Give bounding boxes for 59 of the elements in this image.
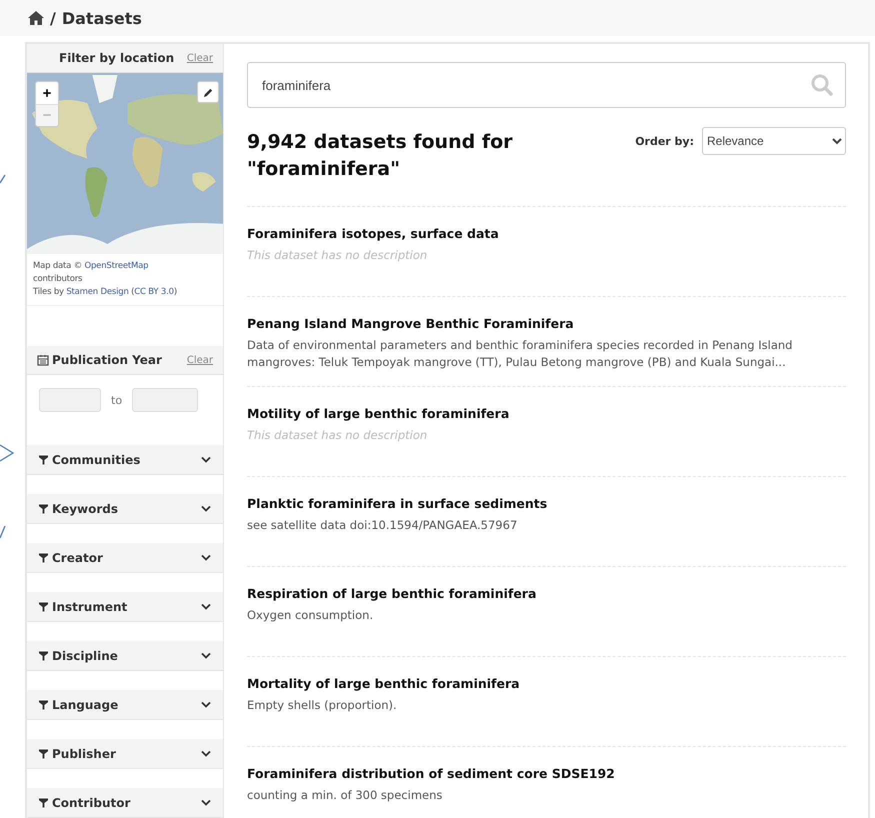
filter-icon <box>39 552 48 562</box>
order-select[interactable]: Relevance <box>702 127 846 155</box>
chevron-icon <box>201 505 211 512</box>
filter-icon <box>39 504 48 514</box>
dataset-description: Empty shells (proportion). <box>247 697 398 714</box>
facet-toggle[interactable]: Instrument <box>27 592 223 622</box>
filter-icon <box>39 650 48 660</box>
results-heading: 9,942 datasets found for "foraminifera" <box>247 130 514 182</box>
attribution-link[interactable]: OpenStreetMap <box>84 261 148 271</box>
attribution-link[interactable]: CC BY 3.0 <box>134 287 174 297</box>
dataset-description: Data of environmental parameters and benthic foraminifera species recorded in Penang Island mangroves: Teluk Tempoyak mangrove (TT), Pulau Betong mangrove (PB) and Kuala Sungai... <box>247 337 794 371</box>
breadcrumb-separator: / <box>50 8 56 28</box>
dataset-title-link[interactable]: Penang Island Mangrove Benthic Foraminifera <box>247 316 846 331</box>
map-attribution: Map data © OpenStreetMap contributors Tiles by Stamen Design (CC BY 3.0) <box>33 260 178 299</box>
pencil-icon <box>202 86 214 98</box>
dataset-title-link[interactable]: Respiration of large benthic foraminifera <box>247 586 846 601</box>
home-icon[interactable] <box>28 11 44 25</box>
dataset-title-link[interactable]: Mortality of large benthic foraminifera <box>247 676 846 691</box>
chevron-icon <box>201 799 211 806</box>
chevron-icon <box>201 603 211 610</box>
facet-toggle[interactable]: Contributor <box>27 788 223 818</box>
chevron-icon <box>201 652 211 659</box>
dataset-description: This dataset has no description <box>247 247 428 264</box>
filter-icon <box>39 748 48 758</box>
chevron-icon <box>201 701 211 708</box>
search-field[interactable]: foraminifera <box>247 62 846 108</box>
attribution-link[interactable]: Stamen Design <box>66 287 129 297</box>
chevron-icon <box>201 554 211 561</box>
order-label: Order by: <box>635 134 694 148</box>
chevron-icon <box>201 456 211 463</box>
filter-icon <box>39 454 48 464</box>
dataset-title-link[interactable]: Motility of large benthic foraminifera <box>247 406 846 421</box>
range-separator: to <box>111 394 122 406</box>
filter-icon <box>39 602 48 612</box>
calendar-icon <box>37 354 49 366</box>
facet-toggle[interactable]: Communities <box>27 445 223 475</box>
page-title: Datasets <box>62 8 142 28</box>
facet-toggle[interactable]: Keywords <box>27 494 223 524</box>
dataset-title-link[interactable]: Foraminifera distribution of sediment core SDSE192 <box>247 766 846 781</box>
dataset-description: Oxygen consumption. <box>247 607 374 624</box>
section-title: Filter by location <box>59 51 174 65</box>
dataset-description: This dataset has no description <box>247 427 428 444</box>
zoom-in-button[interactable]: + <box>36 82 58 104</box>
dataset-description: see satellite data doi:10.1594/PANGAEA.57967 <box>247 517 518 534</box>
chevron-icon <box>201 750 211 757</box>
filter-icon <box>39 798 48 808</box>
facet-toggle[interactable]: Language <box>27 690 223 720</box>
year-from-field[interactable] <box>39 388 101 412</box>
facet-toggle[interactable]: Creator <box>27 543 223 573</box>
draw-button[interactable] <box>197 81 219 103</box>
section-title: Publication Year <box>52 353 162 367</box>
facet-toggle[interactable]: Publisher <box>27 739 223 769</box>
dataset-title-link[interactable]: Foraminifera isotopes, surface data <box>247 226 846 241</box>
filter-icon <box>39 700 48 710</box>
year-to-field[interactable] <box>132 388 198 412</box>
dataset-title-link[interactable]: Planktic foraminifera in surface sediments <box>247 496 846 511</box>
search-icon[interactable] <box>810 73 834 97</box>
dataset-description: counting a min. of 300 specimens <box>247 787 444 804</box>
facet-toggle[interactable]: Discipline <box>27 641 223 671</box>
